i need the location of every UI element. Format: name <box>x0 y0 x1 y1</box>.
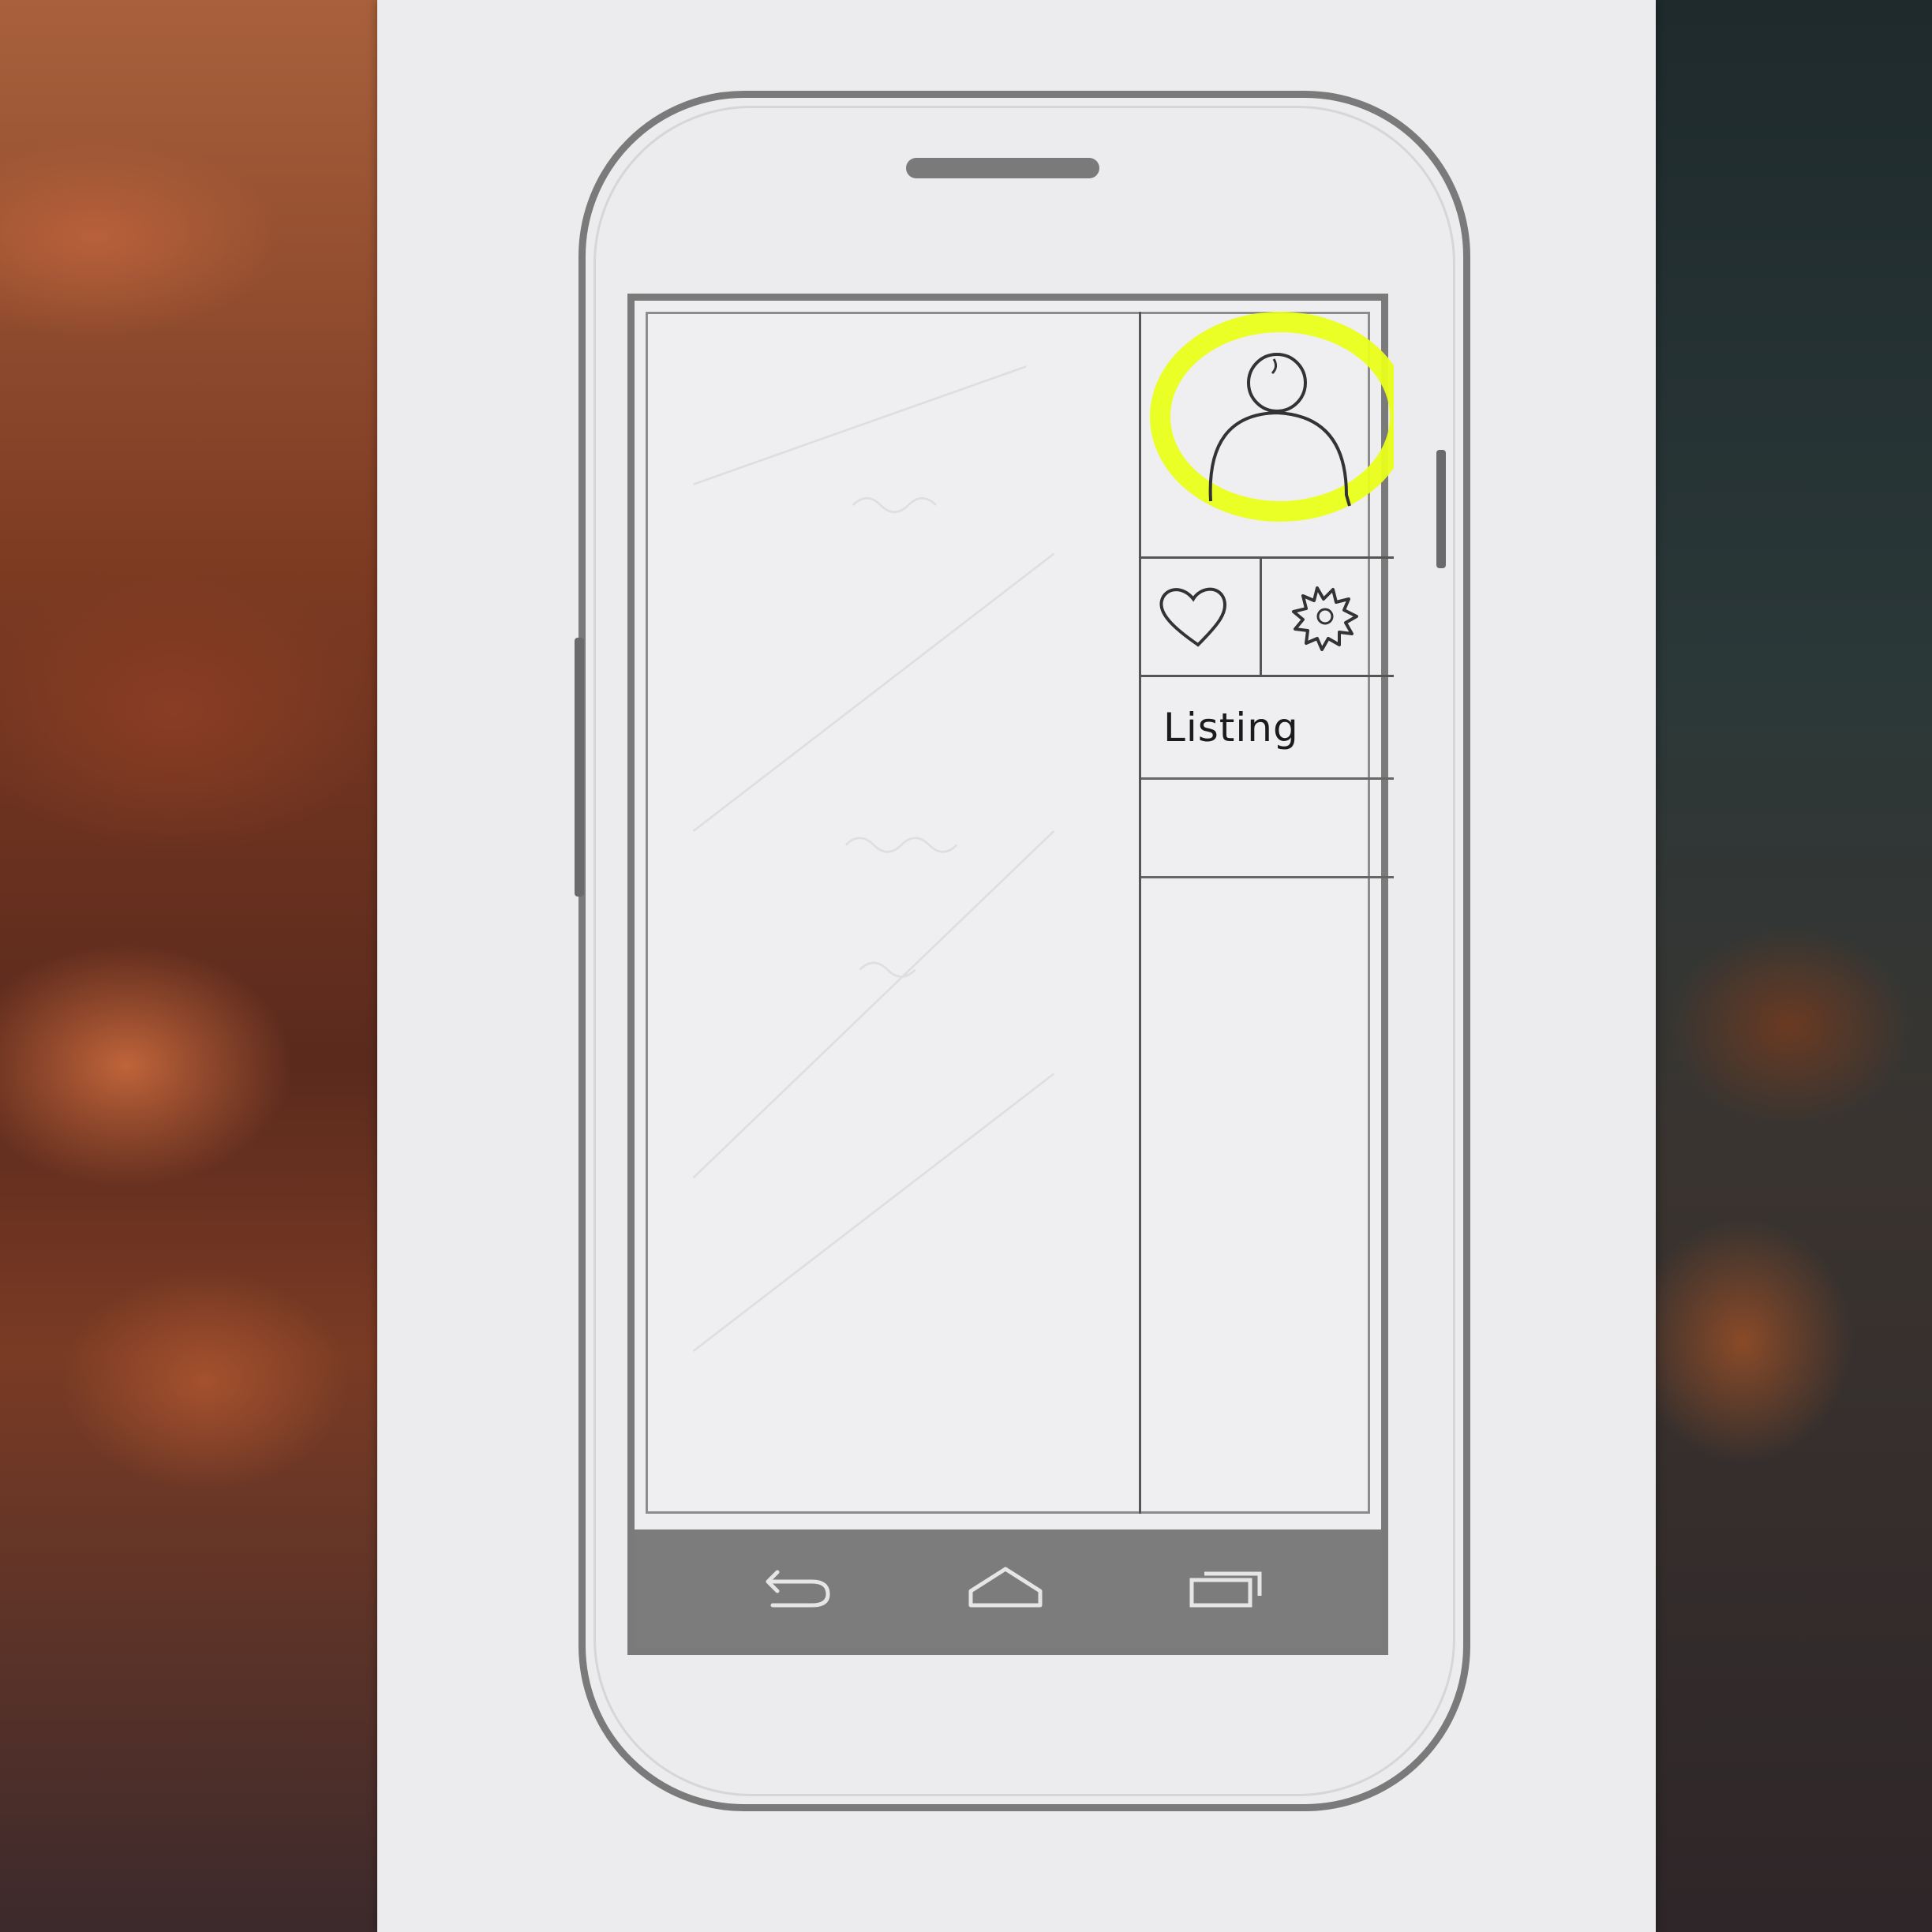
navigation-drawer: Listing <box>1139 312 1394 1514</box>
drawer-item-listing[interactable]: Listing <box>1141 675 1394 780</box>
drawer-icon-row <box>1141 556 1394 677</box>
phone-speaker <box>906 158 1099 178</box>
app-content-area: Listing <box>646 312 1394 1514</box>
drawer-item-label: Listing <box>1163 705 1299 751</box>
background-rock-right <box>1648 0 1932 1932</box>
phone-side-button-left <box>575 638 584 897</box>
faint-background-sketch <box>692 365 1055 1352</box>
photo-scene: Listing <box>0 0 1932 1932</box>
drawer-item-empty[interactable] <box>1141 777 1394 878</box>
background-rock-left <box>0 0 410 1932</box>
profile-avatar-cell[interactable] <box>1141 312 1394 559</box>
phone-screen: Listing <box>627 294 1394 1655</box>
favorites-cell[interactable] <box>1141 556 1262 675</box>
android-navigation-bar <box>635 1530 1381 1648</box>
settings-cell[interactable] <box>1262 556 1394 675</box>
back-icon[interactable] <box>757 1559 836 1615</box>
home-icon[interactable] <box>966 1559 1045 1615</box>
user-avatar-icon[interactable] <box>1141 312 1394 556</box>
heart-icon[interactable] <box>1141 556 1260 675</box>
gear-icon[interactable] <box>1262 556 1388 675</box>
recents-icon[interactable] <box>1187 1559 1266 1615</box>
phone-side-button-right <box>1436 450 1446 568</box>
